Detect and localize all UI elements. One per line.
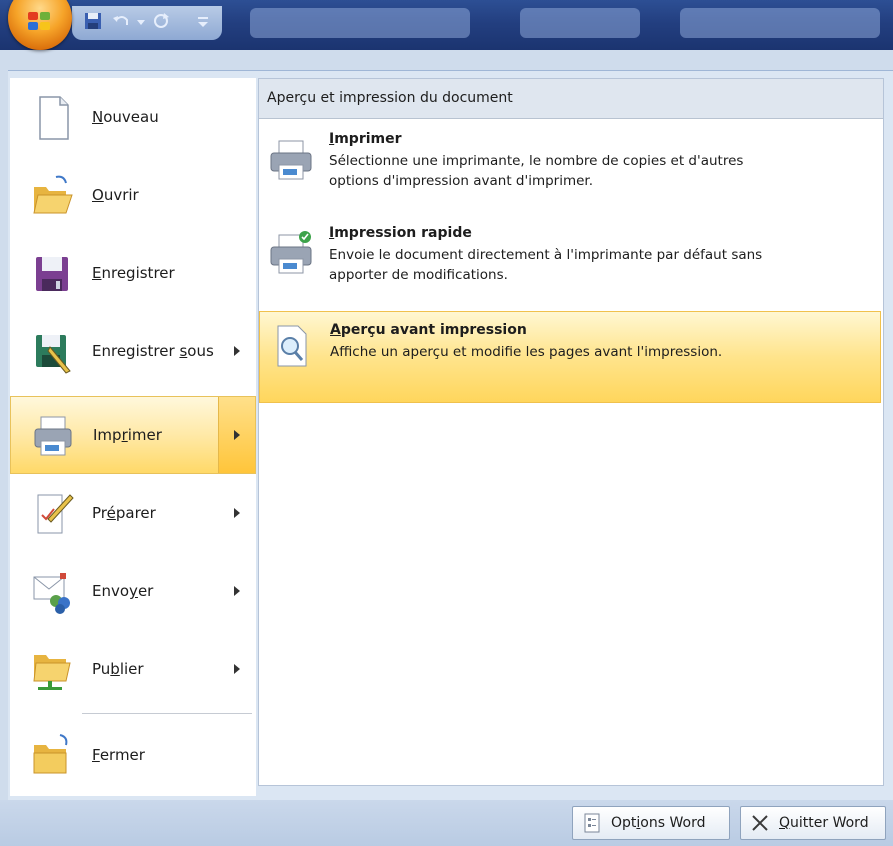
undo-icon[interactable]	[112, 12, 130, 30]
quit-word-label: Quitter Word	[779, 815, 869, 831]
submenu-item-description: Envoie le document directement à l'impri…	[329, 247, 763, 263]
menu-item-fermer[interactable]: Fermer	[10, 716, 256, 794]
word-options-button[interactable]: Options Word	[572, 806, 730, 840]
submenu-arrow-icon	[234, 430, 240, 440]
menu-item-label: Nouveau	[92, 108, 159, 126]
menu-item-imprimer[interactable]: Imprimer	[10, 396, 256, 474]
quit-word-button[interactable]: Quitter Word	[740, 806, 886, 840]
menu-item-preparer[interactable]: Préparer	[10, 474, 256, 552]
submenu-item-apercu-avant-impression[interactable]: Aperçu avant impression Affiche un aperç…	[259, 311, 881, 403]
submenu-item-description: apporter de modifications.	[329, 267, 508, 283]
menu-item-label: Fermer	[92, 746, 145, 764]
submenu-arrow-icon	[234, 664, 240, 674]
customize-toolbar-icon[interactable]	[196, 12, 210, 30]
submenu-header: Aperçu et impression du document	[259, 79, 883, 119]
submenu-item-title: Imprimer	[329, 131, 402, 147]
prepare-document-icon	[30, 489, 74, 537]
submenu-item-description: Sélectionne une imprimante, le nombre de…	[329, 153, 744, 169]
submenu-arrow-icon	[234, 346, 240, 356]
submenu-pane: Aperçu et impression du document Imprime…	[258, 78, 884, 786]
print-preview-icon	[268, 322, 316, 370]
publish-icon	[30, 645, 74, 693]
printer-icon	[31, 411, 75, 459]
save-icon[interactable]	[84, 12, 102, 30]
submenu-item-description: options d'impression avant d'imprimer.	[329, 173, 594, 189]
menu-item-enregistrer-sous[interactable]: Enregistrer sous	[10, 312, 256, 390]
dropdown-arrow-icon[interactable]	[136, 12, 146, 30]
submenu-item-title: Impression rapide	[329, 225, 472, 241]
menu-item-label: Enregistrer	[92, 264, 175, 282]
menu-item-label: Publier	[92, 660, 144, 678]
submenu-item-title: Aperçu avant impression	[330, 322, 527, 338]
submenu-split-button[interactable]	[218, 397, 255, 473]
new-document-icon	[30, 93, 74, 141]
open-folder-icon	[30, 171, 74, 219]
save-disk-icon	[30, 249, 74, 297]
menu-item-envoyer[interactable]: Envoyer	[10, 552, 256, 630]
office-button[interactable]	[8, 0, 72, 50]
word-options-label: Options Word	[611, 815, 706, 831]
close-folder-icon	[30, 731, 74, 779]
printer-icon	[267, 135, 315, 183]
submenu-item-imprimer[interactable]: Imprimer Sélectionne une imprimante, le …	[259, 131, 881, 217]
submenu-item-impression-rapide[interactable]: Impression rapide Envoie le document dir…	[259, 225, 881, 311]
save-as-icon	[30, 327, 74, 375]
quick-access-toolbar	[72, 6, 222, 40]
redo-icon[interactable]	[152, 12, 170, 30]
menu-item-enregistrer[interactable]: Enregistrer	[10, 234, 256, 312]
submenu-item-description: Affiche un aperçu et modifie les pages a…	[330, 344, 723, 360]
quick-print-icon	[267, 229, 315, 277]
close-icon	[749, 812, 771, 834]
menu-item-nouveau[interactable]: Nouveau	[10, 78, 256, 156]
send-icon	[30, 567, 74, 615]
menu-item-label: Enregistrer sous	[92, 342, 214, 360]
menu-item-label: Envoyer	[92, 582, 154, 600]
title-bar	[0, 0, 893, 50]
menu-item-ouvrir[interactable]: Ouvrir	[10, 156, 256, 234]
submenu-arrow-icon	[234, 508, 240, 518]
menu-item-label: Ouvrir	[92, 186, 139, 204]
submenu-arrow-icon	[234, 586, 240, 596]
menu-item-label: Préparer	[92, 504, 156, 522]
menu-separator	[82, 713, 252, 714]
options-icon	[581, 812, 603, 834]
menu-item-publier[interactable]: Publier	[10, 630, 256, 708]
office-logo-icon	[28, 12, 52, 32]
